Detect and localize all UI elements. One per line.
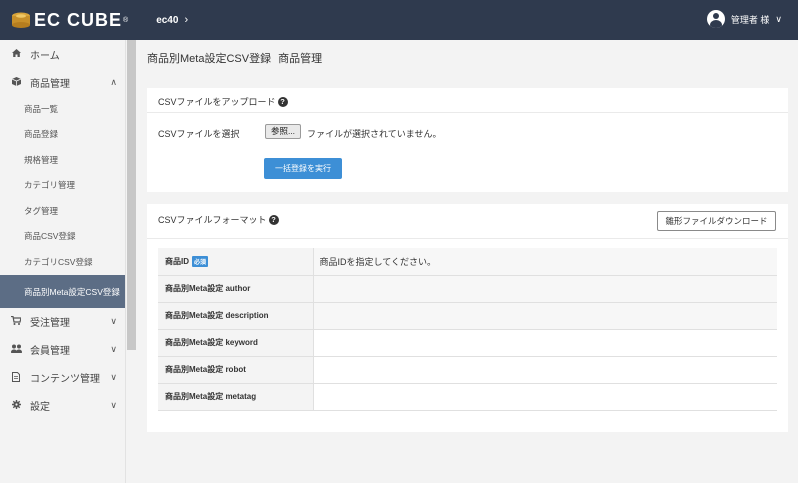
table-row: 商品ID 必須 商品IDを指定してください。 <box>158 248 777 276</box>
file-status-text: ファイルが選択されていません。 <box>307 129 442 139</box>
sidebar-item-contents[interactable]: コンテンツ管理 ∨ <box>0 364 125 392</box>
cart-icon <box>10 315 22 327</box>
shop-name-link[interactable]: ec40 <box>156 15 178 26</box>
ec-cube-logo[interactable]: EC CUBE ® <box>11 10 128 31</box>
field-name-cell: 商品別Meta設定 robot <box>158 356 314 384</box>
table-row: 商品別Meta設定 metatag <box>158 383 777 411</box>
sidebar-item-products[interactable]: 商品管理 ∧ <box>0 68 125 96</box>
user-name: 管理者 様 <box>730 14 770 25</box>
upload-card-heading: CSVファイルをアップロード ? <box>158 95 288 108</box>
sidebar-nav: ホーム 商品管理 ∧ 商品一覧 商品登録 規格管理 カテゴリ管理 タグ管理 商品… <box>0 40 126 483</box>
field-name-cell: 商品別Meta設定 description <box>158 302 314 330</box>
sidebar-scrollbar[interactable] <box>127 40 136 350</box>
sidebar-item-label: 設定 <box>30 402 50 413</box>
page-title-main: 商品別Meta設定CSV登録 <box>147 53 272 65</box>
table-row: 商品別Meta設定 robot <box>158 356 777 384</box>
field-description-cell <box>313 275 777 303</box>
field-description-cell <box>313 383 777 411</box>
card-divider <box>147 112 788 113</box>
chevron-down-icon: ∨ <box>110 400 117 410</box>
sidebar-subitem-category-csv[interactable]: カテゴリCSV登録 <box>0 249 125 275</box>
help-icon[interactable]: ? <box>277 96 288 107</box>
sidebar-subitem-product-list[interactable]: 商品一覧 <box>0 96 125 122</box>
sidebar-item-customers[interactable]: 会員管理 ∨ <box>0 336 125 364</box>
sidebar-subitem-class-management[interactable]: 規格管理 <box>0 147 125 173</box>
upload-card: CSVファイルをアップロード ? CSVファイルを選択 参照... ファイルが選… <box>147 88 788 192</box>
user-avatar-icon <box>706 10 725 28</box>
card-divider <box>147 238 788 239</box>
template-download-button[interactable]: 雛形ファイルダウンロード <box>657 211 776 231</box>
box-icon <box>10 76 22 88</box>
sidebar-subitem-label: タグ管理 <box>24 205 59 216</box>
format-card-title: CSVファイルフォーマット <box>158 215 267 225</box>
sidebar-subitem-label: 商品別Meta設定CSV登録 <box>24 286 120 297</box>
field-name-cell: 商品ID 必須 <box>158 248 314 276</box>
required-badge: 必須 <box>192 255 209 267</box>
page-title-section: 商品管理 <box>278 53 323 65</box>
field-description-cell: 商品IDを指定してください。 <box>313 248 777 276</box>
sidebar-subitem-product-meta-csv[interactable]: 商品別Meta設定CSV登録 <box>0 274 125 308</box>
logo-text: EC CUBE <box>34 9 123 30</box>
page-title: 商品別Meta設定CSV登録 商品管理 <box>147 50 322 66</box>
sidebar-subitem-label: カテゴリ管理 <box>24 180 76 191</box>
document-icon <box>10 371 22 384</box>
sidebar-item-label: 会員管理 <box>30 346 70 357</box>
field-name-cell: 商品別Meta設定 author <box>158 275 314 303</box>
home-icon <box>10 49 22 59</box>
chevron-down-icon: ∨ <box>110 316 117 326</box>
upload-card-title: CSVファイルをアップロード <box>158 97 276 107</box>
bulk-register-button[interactable]: 一括登録を実行 <box>264 158 342 179</box>
browse-file-button[interactable]: 参照... <box>265 124 301 139</box>
csv-format-table: 商品ID 必須 商品IDを指定してください。 商品別Meta設定 author 商… <box>158 248 777 411</box>
chevron-down-icon: ∨ <box>110 372 117 382</box>
format-card-heading: CSVファイルフォーマット ? <box>158 213 279 226</box>
file-select-label: CSVファイルを選択 <box>158 129 240 139</box>
sidebar-subitem-tag-management[interactable]: タグ管理 <box>0 198 125 224</box>
chevron-up-icon: ∧ <box>110 76 117 87</box>
sidebar-item-label: 受注管理 <box>30 318 70 329</box>
sidebar-subitem-product-register[interactable]: 商品登録 <box>0 122 125 148</box>
sidebar-subitem-label: 商品一覧 <box>24 103 59 114</box>
chevron-down-icon: ∨ <box>110 344 117 354</box>
user-menu[interactable]: 管理者 様 ∨ <box>706 10 782 28</box>
field-description-cell <box>313 356 777 384</box>
page-title-separator <box>273 53 276 65</box>
top-header: EC CUBE ® ec40 › 管理者 様 ∨ <box>0 0 798 40</box>
sidebar-subitem-label: 商品CSV登録 <box>24 231 76 242</box>
sidebar-item-label: コンテンツ管理 <box>30 374 100 385</box>
sidebar-subitem-label: 規格管理 <box>24 154 59 165</box>
cube-logo-icon <box>12 12 30 28</box>
sidebar-item-label: 商品管理 <box>30 78 70 90</box>
field-description-cell <box>313 302 777 330</box>
sidebar-subitem-label: カテゴリCSV登録 <box>24 256 93 267</box>
sidebar-subitem-category-management[interactable]: カテゴリ管理 <box>0 173 125 199</box>
gear-icon <box>10 400 22 411</box>
field-name-cell: 商品別Meta設定 keyword <box>158 329 314 357</box>
sidebar-subitem-label: 商品登録 <box>24 129 59 140</box>
chevron-down-icon: ∨ <box>775 13 782 24</box>
sidebar-item-home[interactable]: ホーム <box>0 40 125 68</box>
field-name: 商品ID <box>165 256 189 266</box>
sidebar-item-orders[interactable]: 受注管理 ∨ <box>0 308 125 336</box>
help-icon[interactable]: ? <box>268 214 279 225</box>
table-row: 商品別Meta設定 author <box>158 275 777 303</box>
format-card: CSVファイルフォーマット ? 雛形ファイルダウンロード 商品ID 必須 商品ID… <box>147 204 788 432</box>
table-row: 商品別Meta設定 keyword <box>158 329 777 357</box>
field-name-cell: 商品別Meta設定 metatag <box>158 383 314 411</box>
field-description-cell <box>313 329 777 357</box>
users-icon <box>10 344 22 355</box>
table-row: 商品別Meta設定 description <box>158 302 777 330</box>
sidebar-item-label: ホーム <box>30 50 60 62</box>
sidebar-subitem-product-csv[interactable]: 商品CSV登録 <box>0 224 125 250</box>
logo-registered-mark: ® <box>123 16 129 24</box>
chevron-right-icon[interactable]: › <box>184 14 188 26</box>
sidebar-item-settings[interactable]: 設定 ∨ <box>0 392 125 420</box>
